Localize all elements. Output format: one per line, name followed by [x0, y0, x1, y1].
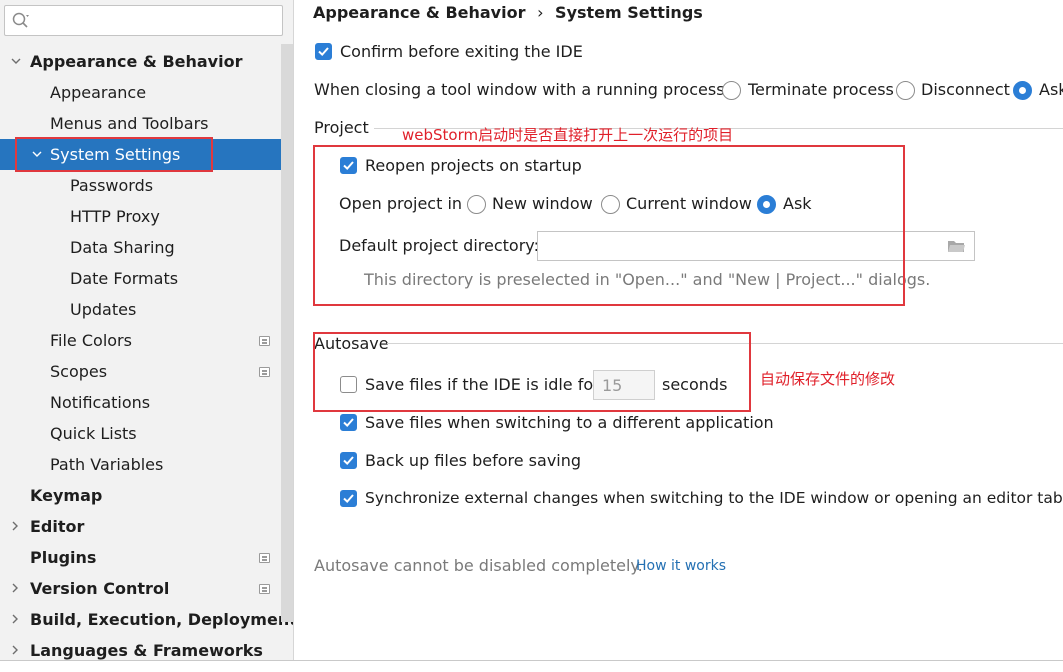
search-icon — [12, 12, 29, 28]
check-icon — [343, 418, 354, 428]
breadcrumb-separator: › — [537, 3, 544, 22]
breadcrumb-parent[interactable]: Appearance & Behavior — [313, 3, 525, 22]
project-annotation: webStorm启动时是否直接打开上一次运行的项目 — [402, 126, 734, 144]
backup-label[interactable]: Back up files before saving — [365, 451, 581, 470]
sync-external-checkbox[interactable] — [340, 490, 357, 507]
sidebar-item-file-colors[interactable]: File Colors — [0, 325, 293, 356]
confirm-exit-checkbox[interactable] — [315, 43, 332, 60]
project-level-icon — [259, 553, 270, 563]
sidebar-item-updates[interactable]: Updates — [0, 294, 293, 325]
check-icon — [343, 494, 354, 504]
sidebar-item-build-execution-deployment[interactable]: Build, Execution, Deployment — [0, 604, 293, 635]
terminate-process-label[interactable]: Terminate process — [748, 80, 894, 99]
disconnect-label[interactable]: Disconnect — [921, 80, 1010, 99]
chevron-right-icon — [12, 645, 18, 655]
breadcrumb: Appearance & Behavior › System Settings — [313, 3, 703, 22]
autosave-highlight-box — [313, 332, 751, 412]
chevron-right-icon — [12, 583, 18, 593]
terminate-process-radio[interactable] — [722, 81, 741, 100]
sidebar-item-quick-lists[interactable]: Quick Lists — [0, 418, 293, 449]
save-switching-checkbox[interactable] — [340, 414, 357, 431]
sidebar-item-date-formats[interactable]: Date Formats — [0, 263, 293, 294]
sidebar-item-menus-toolbars[interactable]: Menus and Toolbars — [0, 108, 293, 139]
how-it-works-link[interactable]: How it works — [636, 558, 726, 574]
autosave-annotation: 自动保存文件的修改 — [760, 370, 896, 388]
search-box[interactable] — [4, 5, 283, 36]
ask-label[interactable]: Ask — [1039, 80, 1063, 99]
search-input[interactable] — [39, 10, 277, 32]
sidebar-item-data-sharing[interactable]: Data Sharing — [0, 232, 293, 263]
sidebar-item-passwords[interactable]: Passwords — [0, 170, 293, 201]
project-level-icon — [259, 584, 270, 594]
chevron-right-icon — [12, 614, 18, 624]
project-highlight-box — [313, 145, 905, 306]
check-icon — [318, 47, 329, 57]
highlight-box — [15, 137, 213, 172]
sync-external-label[interactable]: Synchronize external changes when switch… — [365, 489, 1063, 507]
sidebar-item-appearance-behavior[interactable]: Appearance & Behavior — [0, 46, 293, 77]
sidebar-item-keymap[interactable]: Keymap — [0, 480, 293, 511]
project-group-title: Project — [314, 118, 369, 137]
bottom-divider — [0, 660, 1063, 661]
sidebar-item-languages-frameworks[interactable]: Languages & Frameworks — [0, 635, 293, 660]
sidebar-item-appearance[interactable]: Appearance — [0, 77, 293, 108]
closing-tool-window-label: When closing a tool window with a runnin… — [314, 80, 730, 99]
sidebar-item-notifications[interactable]: Notifications — [0, 387, 293, 418]
sidebar-item-plugins[interactable]: Plugins — [0, 542, 293, 573]
confirm-exit-label[interactable]: Confirm before exiting the IDE — [340, 42, 583, 61]
breadcrumb-current: System Settings — [555, 3, 703, 22]
sidebar-item-editor[interactable]: Editor — [0, 511, 293, 542]
sidebar-item-path-variables[interactable]: Path Variables — [0, 449, 293, 480]
sidebar-item-version-control[interactable]: Version Control — [0, 573, 293, 604]
sidebar-item-http-proxy[interactable]: HTTP Proxy — [0, 201, 293, 232]
folder-icon[interactable] — [947, 239, 966, 254]
check-icon — [343, 456, 354, 466]
sidebar-item-scopes[interactable]: Scopes — [0, 356, 293, 387]
project-level-icon — [259, 367, 270, 377]
settings-sidebar: Appearance & Behavior Appearance Menus a… — [0, 0, 293, 660]
ask-radio[interactable] — [1013, 81, 1032, 100]
chevron-down-icon — [11, 58, 21, 64]
disconnect-radio[interactable] — [896, 81, 915, 100]
autosave-note: Autosave cannot be disabled completely. — [314, 556, 643, 575]
sidebar-scrollbar[interactable] — [281, 44, 293, 622]
save-switching-label[interactable]: Save files when switching to a different… — [365, 413, 774, 432]
project-level-icon — [259, 336, 270, 346]
settings-content: Appearance & Behavior › System Settings … — [294, 0, 1063, 660]
backup-checkbox[interactable] — [340, 452, 357, 469]
chevron-right-icon — [12, 521, 18, 531]
